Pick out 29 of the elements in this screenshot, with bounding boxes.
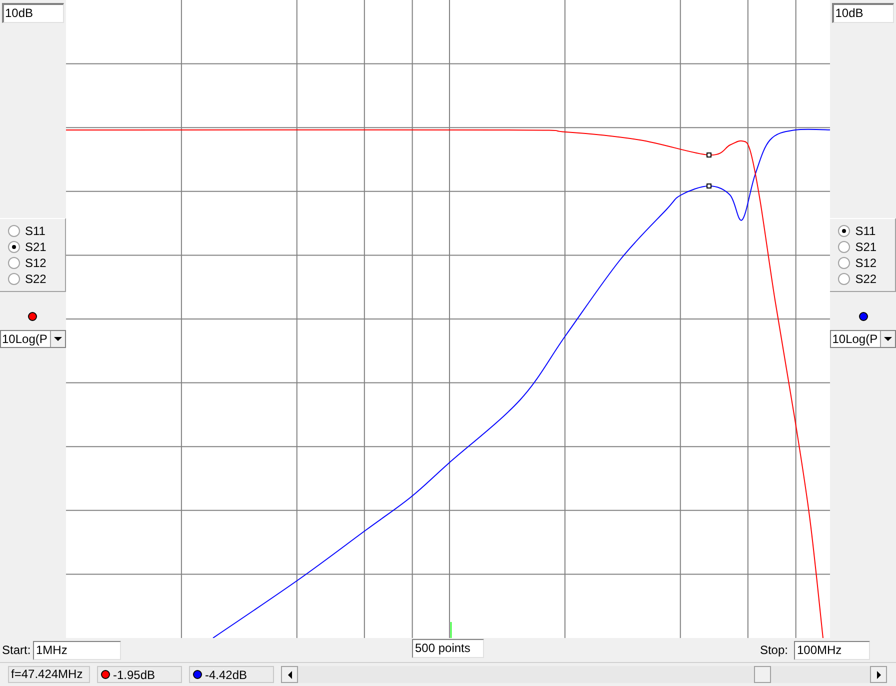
cursor-line [450, 622, 452, 638]
level-readout: -1.95dB [113, 666, 156, 684]
right-arrow-icon [876, 670, 880, 678]
horizontal-scrollbar[interactable] [281, 666, 887, 683]
radio-option[interactable]: S11 [8, 223, 65, 239]
radio-option[interactable]: S12 [8, 255, 65, 271]
format-dropdown[interactable]: 10Log(P [830, 330, 896, 348]
level-readout: -4.42dB [205, 666, 248, 684]
radio-option[interactable]: S22 [8, 271, 65, 287]
start-field[interactable]: 1MHz [33, 640, 121, 660]
scale-field[interactable]: 10dB [832, 3, 894, 23]
marker-square [706, 184, 712, 188]
format-dropdown[interactable]: 10Log(P [0, 330, 66, 348]
radio-option[interactable]: S11 [838, 223, 895, 239]
scale-field[interactable]: 10dB [2, 3, 64, 23]
frequency-readout: f=47.424MHz [8, 666, 90, 683]
left-arrow-icon [288, 670, 292, 678]
radio-option[interactable]: S22 [838, 271, 895, 287]
start-label: Start: [2, 642, 32, 659]
scroll-thumb[interactable] [754, 666, 771, 683]
radio-option[interactable]: S12 [838, 255, 895, 271]
stop-label: Stop: [760, 642, 788, 659]
points-field[interactable]: 500 points [412, 638, 484, 658]
stop-field[interactable]: 100MHz [794, 640, 870, 660]
marker-square [706, 152, 712, 158]
scroll-right-button[interactable] [870, 666, 887, 683]
radio-option[interactable]: S21 [838, 239, 895, 255]
scroll-left-button[interactable] [281, 666, 298, 683]
radio-option[interactable]: S21 [8, 239, 65, 255]
